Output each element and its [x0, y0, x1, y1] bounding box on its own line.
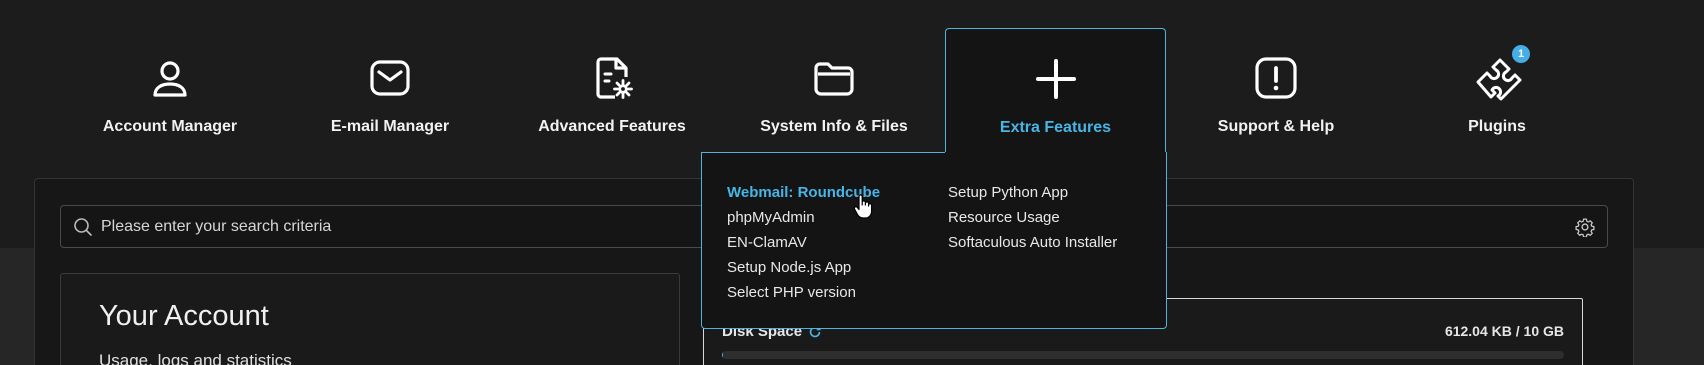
- nav-label: Support & Help: [1217, 118, 1335, 135]
- document-gear-icon: [586, 52, 638, 104]
- nav-support-help[interactable]: Support & Help: [1196, 0, 1356, 160]
- menu-item-en-clamav[interactable]: EN-ClamAV: [727, 230, 880, 255]
- plugins-badge: 1: [1511, 44, 1531, 64]
- nav-label: Account Manager: [102, 118, 238, 135]
- folder-icon: [808, 52, 860, 104]
- account-title: Your Account: [99, 300, 269, 332]
- envelope-icon: [364, 52, 416, 104]
- plus-icon: [1030, 53, 1082, 105]
- search-icon: [73, 217, 93, 237]
- disk-space-bar: [722, 351, 1564, 359]
- menu-item-softaculous[interactable]: Softaculous Auto Installer: [948, 230, 1117, 255]
- exclamation-icon: [1250, 52, 1302, 104]
- nav-plugins[interactable]: 1 Plugins: [1417, 0, 1577, 160]
- nav-label: E-mail Manager: [330, 118, 450, 135]
- dropdown-column-2: Setup Python App Resource Usage Softacul…: [948, 180, 1117, 255]
- gear-icon[interactable]: [1575, 217, 1595, 237]
- nav-advanced-features[interactable]: Advanced Features: [526, 0, 698, 160]
- main-nav: Account Manager E-mail Manager Advanced …: [0, 0, 1704, 163]
- extra-features-dropdown: Webmail: Roundcube phpMyAdmin EN-ClamAV …: [701, 152, 1167, 329]
- user-icon: [144, 52, 196, 104]
- menu-item-select-php-version[interactable]: Select PHP version: [727, 280, 880, 305]
- nav-label: Plugins: [1468, 118, 1526, 135]
- dropdown-top-border: [701, 152, 945, 153]
- menu-item-setup-nodejs-app[interactable]: Setup Node.js App: [727, 255, 880, 280]
- menu-item-setup-python-app[interactable]: Setup Python App: [948, 180, 1117, 205]
- puzzle-icon: 1: [1471, 44, 1531, 104]
- account-subtitle: Usage, logs and statistics: [99, 351, 292, 365]
- disk-space-value: 612.04 KB / 10 GB: [1444, 323, 1564, 339]
- nav-label: Advanced Features: [538, 118, 686, 135]
- nav-extra-features[interactable]: Extra Features: [945, 28, 1166, 163]
- nav-email-manager[interactable]: E-mail Manager: [310, 0, 470, 160]
- account-card: Your Account Usage, logs and statistics: [60, 273, 680, 365]
- nav-label: Extra Features: [999, 119, 1112, 136]
- hand-cursor-icon: [853, 194, 873, 220]
- nav-system-info-files[interactable]: System Info & Files: [749, 0, 919, 160]
- menu-item-resource-usage[interactable]: Resource Usage: [948, 205, 1117, 230]
- nav-label: System Info & Files: [760, 118, 908, 135]
- nav-account-manager[interactable]: Account Manager: [90, 0, 250, 160]
